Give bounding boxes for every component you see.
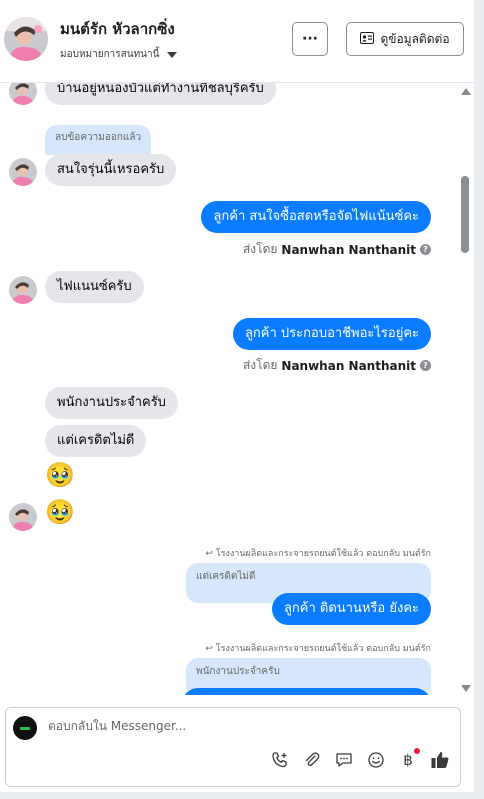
assign-label: มอบหมายการสนทนานี้ — [60, 49, 160, 60]
deleted-message-notice: ลบข้อความออกแล้ว — [45, 125, 152, 155]
caret-down-icon — [167, 51, 178, 58]
outgoing-message: ลูกค้า สนใจซื้อสดหรือจัดไฟแน้นซ์คะ — [201, 201, 431, 233]
view-contact-label: ดูข้อมูลติดต่อ — [380, 31, 450, 46]
emoji-message: 🥹 — [45, 461, 75, 489]
window-frame-bottom — [0, 792, 484, 799]
incoming-message: ไฟแนนซ์ครับ — [45, 271, 144, 303]
help-icon[interactable]: ? — [420, 244, 431, 255]
reply-context: ↩ โรงงานผลิตและกระจายรถยนต์ใช้แล้ว ตอบกล… — [205, 549, 431, 559]
help-icon[interactable]: ? — [420, 360, 431, 371]
message-composer: ฿ — [5, 707, 461, 787]
emoji-message: 🥹 — [45, 498, 75, 526]
sent-by-agent[interactable]: Nanwhan Nanthanit — [281, 359, 416, 373]
sent-by-prefix: ส่งโดย — [242, 358, 278, 372]
phone-add-icon[interactable] — [270, 750, 290, 770]
outgoing-reply-message — [182, 688, 431, 695]
scrollbar-thumb[interactable] — [461, 176, 469, 253]
sent-by-prefix: ส่งโดย — [242, 242, 278, 256]
paperclip-icon[interactable] — [302, 750, 322, 770]
sent-by-agent[interactable]: Nanwhan Nanthanit — [281, 243, 416, 257]
reply-context-text: โรงงานผลิตและกระจายรถยนต์ใช้แล้ว ตอบกลับ… — [215, 549, 431, 559]
view-contact-button[interactable]: ดูข้อมูลติดต่อ — [346, 22, 464, 56]
page-avatar — [13, 716, 37, 740]
conversation-header: มนต์รัก หัวลากซิ่ง มอบหมายการสนทนานี้ ··… — [0, 0, 474, 83]
smiley-icon[interactable] — [366, 750, 386, 770]
incoming-message: แต่เครดิตไม่ดี — [45, 425, 147, 457]
contact-avatar-small — [9, 83, 37, 105]
message-thread: บ้านอยู่หนองบัวแต่ทำงานทีชลบุรีครับ ลบข้… — [0, 83, 458, 695]
outgoing-reply-message: ลูกค้า ติดนานหรือ ยังคะ — [271, 593, 431, 625]
window-frame-right — [474, 0, 484, 799]
composer-toolbar: ฿ — [270, 748, 450, 770]
notification-dot — [414, 748, 420, 754]
sent-by-label: ส่งโดย Nanwhan Nanthanit ? — [243, 356, 431, 375]
assign-conversation-dropdown[interactable]: มอบหมายการสนทนานี้ — [60, 47, 178, 62]
outgoing-message: ลูกค้า ประกอบอาชีพอะไรอยู่คะ — [232, 318, 431, 350]
contact-name: มนต์รัก หัวลากซิ่ง — [60, 20, 175, 38]
contact-avatar-small — [9, 503, 37, 531]
incoming-message: พนักงานประจำครับ — [45, 387, 178, 419]
contact-avatar[interactable] — [4, 17, 48, 61]
incoming-message: บ้านอยู่หนองบัวแต่ทำงานทีชลบุรีครับ — [45, 83, 276, 105]
contact-card-icon — [360, 31, 375, 47]
contact-avatar-small — [9, 276, 37, 304]
baht-icon[interactable]: ฿ — [398, 748, 420, 770]
incoming-message: สนใจรุ่นนี้เหรอครับ — [45, 154, 177, 186]
scroll-down-arrow-icon[interactable] — [461, 685, 471, 692]
reply-context: ↩ โรงงานผลิตและกระจายรถยนต์ใช้แล้ว ตอบกล… — [205, 644, 431, 654]
reply-context-text: โรงงานผลิตและกระจายรถยนต์ใช้แล้ว ตอบกลับ… — [215, 644, 431, 654]
chat-bubble-icon[interactable] — [334, 750, 354, 770]
reply-input[interactable] — [48, 719, 428, 733]
scroll-up-arrow-icon[interactable] — [461, 88, 471, 95]
thumbs-up-icon[interactable] — [430, 750, 450, 770]
more-options-button[interactable]: ··· — [292, 22, 328, 56]
contact-avatar-small — [9, 158, 37, 186]
sent-by-label: ส่งโดย Nanwhan Nanthanit ? — [243, 240, 431, 259]
